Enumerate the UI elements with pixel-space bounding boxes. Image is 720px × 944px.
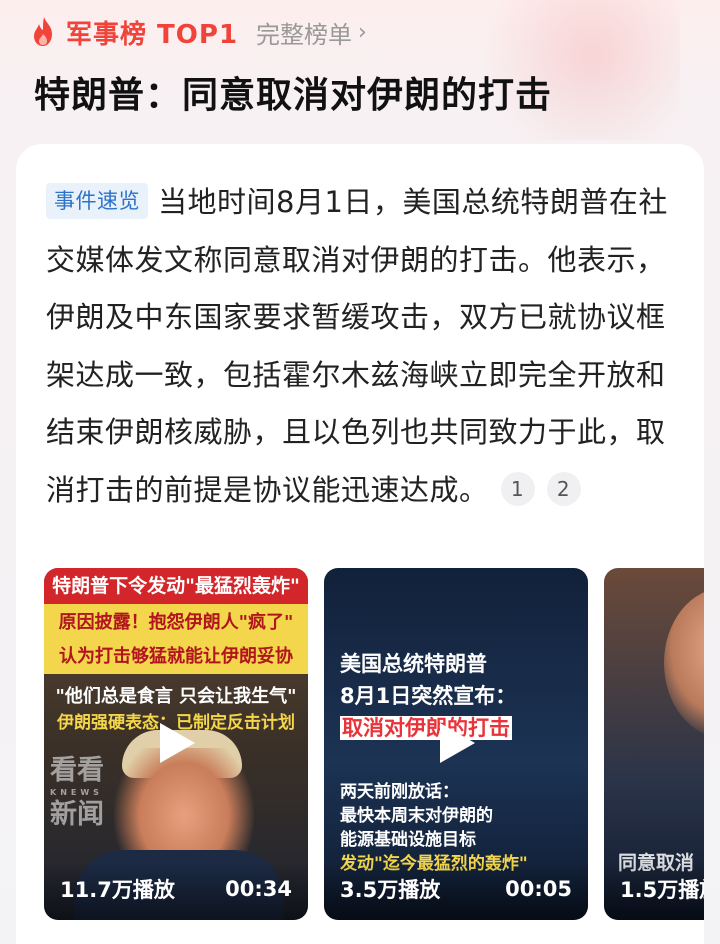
event-summary: 事件速览 当地时间8月1日，美国总统特朗普在社交媒体发文称同意取消对伊朗的打击。他… — [46, 174, 676, 519]
play-icon[interactable] — [156, 720, 198, 766]
reference-2[interactable]: 2 — [546, 471, 581, 506]
video-meta: 3.5万播放 00:05 — [324, 862, 588, 920]
video-duration: 00:05 — [505, 877, 572, 901]
video-thumbnail-face — [664, 588, 704, 738]
video-meta: 11.7万播放 00:34 — [44, 862, 308, 920]
hot-list-rank: 军事榜 TOP1 — [66, 19, 239, 50]
video-banner: 特朗普下令发动"最猛烈轰炸" — [44, 568, 308, 604]
event-card: 事件速览 当地时间8月1日，美国总统特朗普在社交媒体发文称同意取消对伊朗的打击。他… — [16, 144, 704, 944]
play-icon[interactable] — [436, 720, 478, 766]
video-meta: 1.5万播放 — [604, 862, 704, 920]
flame-icon — [34, 17, 52, 46]
event-summary-text: 当地时间8月1日，美国总统特朗普在社交媒体发文称同意取消对伊朗的打击。他表示，伊… — [46, 185, 668, 507]
video-play-count: 3.5万播放 — [340, 878, 441, 902]
news-watermark: 看看 KNEWS 新闻 — [50, 755, 104, 830]
event-summary-tag: 事件速览 — [46, 183, 148, 219]
video-play-count: 1.5万播放 — [620, 878, 704, 902]
video-card-1[interactable]: 特朗普下令发动"最猛烈轰炸" 原因披露！抱怨伊朗人"疯了" 认为打击够猛就能让伊… — [44, 568, 308, 920]
video-caption-line: 原因披露！抱怨伊朗人"疯了" — [58, 612, 294, 633]
video-caption-line: "他们总是食言 只会让我生气" — [55, 686, 297, 707]
video-carousel[interactable]: 特朗普下令发动"最猛烈轰炸" 原因披露！抱怨伊朗人"疯了" 认为打击够猛就能让伊… — [44, 568, 704, 920]
chevron-right-icon: › — [358, 19, 367, 45]
full-list-label: 完整榜单 — [256, 20, 353, 49]
full-list-link[interactable]: 完整榜单 › — [256, 15, 367, 50]
video-caption-box: 原因披露！抱怨伊朗人"疯了" 认为打击够猛就能让伊朗妥协 — [44, 604, 308, 674]
video-duration: 00:34 — [225, 877, 292, 901]
reference-1[interactable]: 1 — [500, 471, 535, 506]
video-caption: 美国总统特朗普 8月1日突然宣布： 取消对伊朗的打击 — [340, 652, 517, 740]
video-card-2[interactable]: 美国总统特朗普 8月1日突然宣布： 取消对伊朗的打击 两天前刚放话： 最快本周末… — [324, 568, 588, 920]
page-title: 特朗普：同意取消对伊朗的打击 — [34, 75, 553, 116]
hot-list-header[interactable]: 军事榜 TOP1 完整榜单 › — [30, 14, 367, 50]
video-play-count: 11.7万播放 — [60, 878, 175, 902]
video-caption-line: 认为打击够猛就能让伊朗妥协 — [59, 646, 293, 667]
video-card-3[interactable]: 特 同意取消 1.5万播放 — [604, 568, 704, 920]
